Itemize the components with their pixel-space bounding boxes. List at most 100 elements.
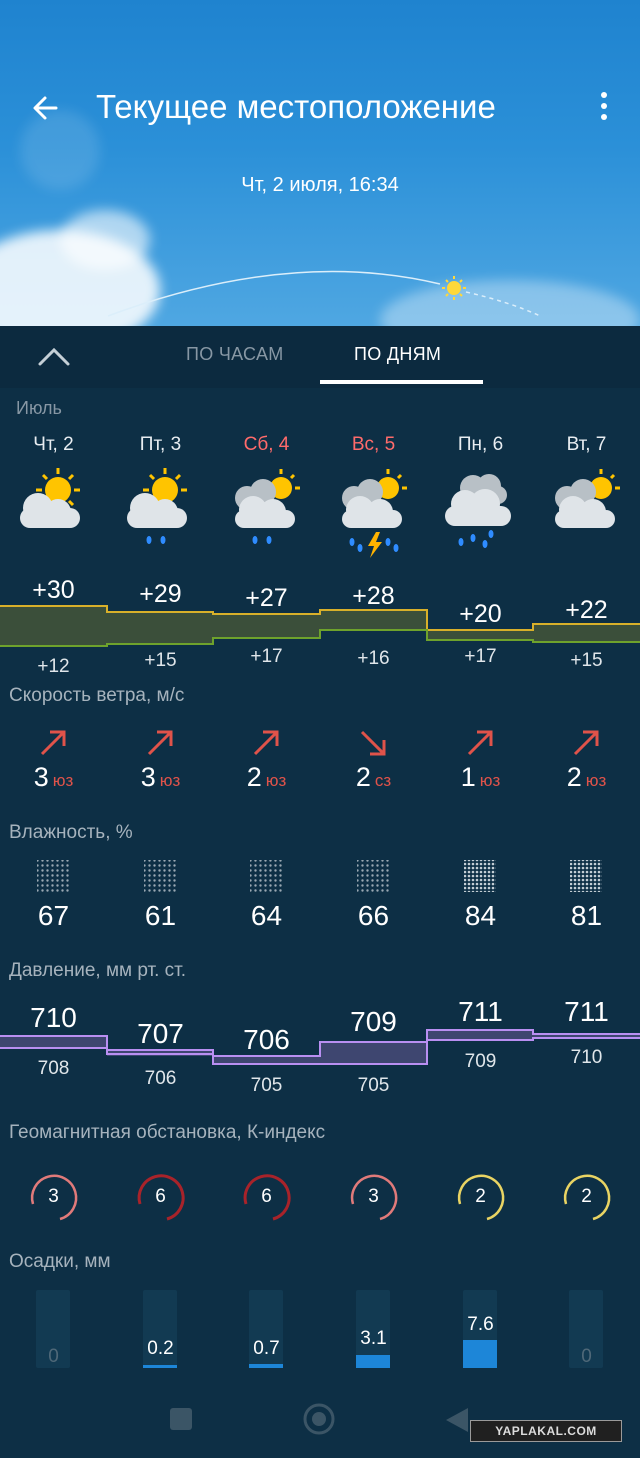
tab-daily[interactable]: ПО ДНЯМ	[354, 344, 441, 365]
k-index-value: 2	[475, 1186, 486, 1207]
wind-speed: 1	[460, 762, 476, 792]
wind-direction: юз	[52, 771, 74, 790]
wind-direction: юз	[479, 771, 501, 790]
month-label: Июль	[16, 398, 62, 418]
temp-min: +15	[144, 650, 177, 671]
pressure-max: 711	[458, 996, 503, 1027]
sun-icon	[442, 276, 466, 300]
temp-max: +20	[459, 600, 502, 628]
wind-value: 2 юз	[533, 762, 640, 793]
wind-value: 3 юз	[0, 762, 107, 793]
pressure-max: 706	[243, 1024, 290, 1055]
wind-value: 2 сз	[320, 762, 427, 793]
wind-speed: 2	[355, 762, 371, 792]
pressure-max: 707	[137, 1018, 184, 1049]
active-tab-indicator	[320, 380, 483, 384]
wind-value: 1 юз	[427, 762, 534, 793]
pressure-max: 709	[350, 1006, 397, 1037]
wind-arrow-icon	[573, 730, 599, 756]
pressure-min: 710	[570, 1047, 603, 1068]
precip-value: 0	[581, 1346, 592, 1367]
humidity-value: 61	[144, 900, 177, 931]
humidity-value: 64	[250, 900, 283, 931]
back-nav-button[interactable]	[444, 1406, 470, 1434]
precip-value: 0.7	[253, 1338, 280, 1359]
day-name: Вт, 7	[566, 434, 607, 455]
day-name: Пн, 6	[457, 434, 504, 455]
temp-min: +15	[570, 650, 603, 671]
wind-value: 2 юз	[213, 762, 320, 793]
wind-direction: юз	[585, 771, 607, 790]
wind-direction: юз	[265, 771, 287, 790]
day-name: Вс, 5	[351, 434, 396, 455]
humidity-dots-icon	[250, 860, 282, 892]
humidity-dots-icon	[464, 860, 496, 892]
humidity-section-title: Влажность, %	[9, 822, 133, 843]
back-arrow-icon[interactable]	[28, 88, 68, 128]
precip-value: 7.6	[467, 1314, 494, 1335]
temp-min: +12	[37, 656, 70, 677]
precip-section-title: Осадки, мм	[9, 1251, 111, 1272]
tab-hourly[interactable]: ПО ЧАСАМ	[186, 344, 284, 365]
pressure-max: 711	[564, 996, 609, 1027]
wind-arrow-icon	[40, 730, 66, 756]
page-title: Текущее местоположение	[96, 88, 496, 125]
day-name: Пт, 3	[139, 434, 182, 455]
temp-max: +30	[32, 576, 75, 604]
current-datetime: Чт, 2 июля, 16:34	[241, 174, 399, 196]
pressure-section-title: Давление, мм рт. ст.	[9, 960, 187, 981]
partly-cloudy-icon	[555, 469, 620, 528]
pressure-min: 705	[357, 1075, 390, 1096]
wind-speed: 2	[566, 762, 582, 792]
humidity-dots-icon	[357, 860, 389, 892]
temp-min: +17	[464, 646, 497, 667]
overcast-rain-icon	[445, 474, 511, 548]
wind-direction: юз	[159, 771, 181, 790]
day-name: Чт, 2	[33, 434, 74, 455]
temp-max: +29	[139, 580, 182, 608]
k-index-value: 6	[261, 1186, 272, 1207]
recents-button[interactable]	[170, 1408, 192, 1430]
wind-speed: 2	[246, 762, 262, 792]
k-index-value: 6	[155, 1186, 166, 1207]
wind-speed: 3	[33, 762, 49, 792]
wind-speed: 3	[140, 762, 156, 792]
thunderstorm-rain-icon	[342, 469, 407, 558]
k-index-value: 3	[368, 1186, 379, 1207]
wind-value: 3 юз	[107, 762, 214, 793]
cloudy-light-rain-icon	[235, 469, 300, 544]
partly-cloudy-icon	[20, 468, 80, 528]
k-index-value: 3	[48, 1186, 59, 1207]
watermark: YAPLAKAL.COM	[470, 1420, 622, 1442]
home-button[interactable]	[302, 1402, 336, 1436]
wind-direction: сз	[374, 771, 392, 790]
chevron-up-icon[interactable]	[34, 342, 74, 370]
humidity-value: 67	[37, 900, 70, 931]
more-menu-icon[interactable]	[592, 92, 616, 126]
humidity-dots-icon	[37, 860, 69, 892]
temp-min: +16	[357, 648, 390, 669]
pressure-min: 706	[144, 1068, 177, 1089]
pressure-min: 708	[37, 1058, 70, 1079]
precip-value: 0	[48, 1346, 59, 1367]
temp-min: +17	[250, 646, 283, 667]
pressure-min: 705	[250, 1075, 283, 1096]
humidity-dots-icon	[144, 860, 176, 892]
temp-max: +27	[245, 584, 288, 612]
humidity-value: 84	[464, 900, 497, 931]
pressure-max: 710	[30, 1002, 77, 1033]
tab-bar	[0, 326, 640, 388]
wind-arrow-icon	[467, 730, 493, 756]
wind-arrow-icon	[253, 730, 279, 756]
geomag-section-title: Геомагнитная обстановка, К-индекс	[9, 1122, 326, 1143]
humidity-value: 81	[570, 900, 603, 931]
partly-cloudy-light-rain-icon	[127, 468, 187, 544]
humidity-dots-icon	[570, 860, 602, 892]
sun-path-arc	[107, 270, 541, 317]
precip-value: 3.1	[360, 1328, 387, 1349]
precip-value: 0.2	[147, 1338, 174, 1359]
temp-max: +22	[565, 596, 608, 624]
k-index-value: 2	[581, 1186, 592, 1207]
temp-max: +28	[352, 582, 395, 610]
wind-arrow-icon	[147, 730, 173, 756]
